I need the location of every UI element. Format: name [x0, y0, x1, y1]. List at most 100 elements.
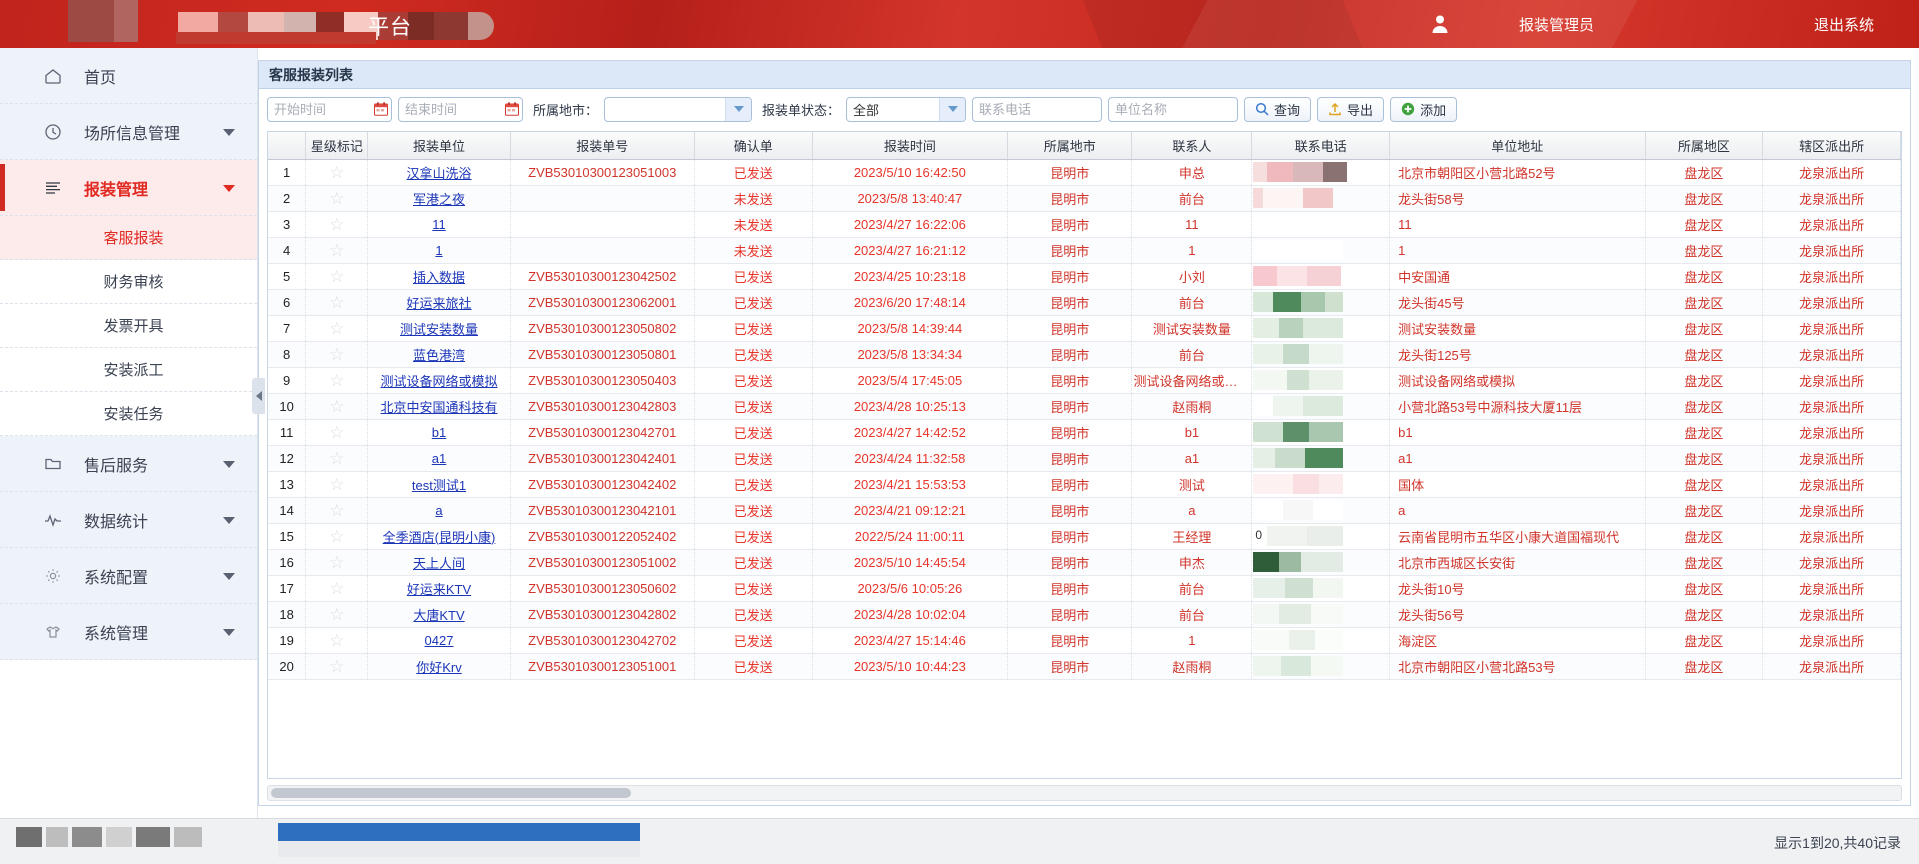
star-icon[interactable]: ☆	[329, 606, 344, 623]
sidebar-item-system-mgmt[interactable]: 系统管理	[0, 604, 257, 660]
star-rating-cell[interactable]: ☆	[305, 419, 369, 446]
unit-name-cell[interactable]: 汉拿山洗浴	[367, 159, 511, 186]
sidebar-subitem-finance-review[interactable]: 财务审核	[0, 260, 257, 304]
star-icon[interactable]: ☆	[329, 216, 344, 233]
table-row[interactable]: 16 ☆ 天上人间 ZVB53010300123051002 已发送 2023/5/10 …	[268, 549, 1901, 576]
sidebar-item-statistics[interactable]: 数据统计	[0, 492, 257, 548]
unit-name-link[interactable]: 测试安装数量	[400, 322, 478, 337]
table-row[interactable]: 5 ☆ 插入数据 ZVB53010300123042502 已发送 2023/4/25 1…	[268, 263, 1901, 290]
unit-name-field[interactable]	[1108, 96, 1239, 122]
star-icon[interactable]: ☆	[329, 320, 344, 337]
unit-name-cell[interactable]: 插入数据	[367, 263, 511, 290]
table-row[interactable]: 20 ☆ 你好Krv ZVB53010300123051001 已发送 2023/5/10…	[268, 653, 1901, 680]
col-unit[interactable]: 报装单位	[367, 132, 511, 160]
col-police[interactable]: 辖区派出所	[1762, 132, 1901, 160]
unit-name-link[interactable]: 1	[435, 243, 442, 258]
table-row[interactable]: 4 ☆ 1 未发送 2023/4/27 16:21:12 昆明市 1 1 盘龙区 龙泉派出所	[268, 237, 1901, 264]
star-icon[interactable]: ☆	[329, 580, 344, 597]
star-rating-cell[interactable]: ☆	[305, 341, 369, 368]
star-rating-cell[interactable]: ☆	[305, 237, 369, 264]
col-star[interactable]: 星级标记	[305, 132, 369, 160]
horizontal-scrollbar[interactable]	[267, 785, 1902, 801]
star-icon[interactable]: ☆	[329, 372, 344, 389]
col-confirm[interactable]: 确认单	[694, 132, 813, 160]
orders-table-container[interactable]: 星级标记 报装单位 报装单号 确认单 报装时间 所属地市 联系人 联系电话 单位…	[267, 131, 1902, 779]
star-rating-cell[interactable]: ☆	[305, 523, 369, 550]
table-row[interactable]: 12 ☆ a1 ZVB53010300123042401 已发送 2023/4/24 11…	[268, 445, 1901, 472]
table-row[interactable]: 14 ☆ a ZVB53010300123042101 已发送 2023/4/21 09:…	[268, 497, 1901, 524]
phone-field[interactable]	[972, 96, 1103, 122]
unit-name-cell[interactable]: 北京中安国通科技有	[367, 393, 511, 420]
sidebar-item-after-sales[interactable]: 售后服务	[0, 436, 257, 492]
col-order-no[interactable]: 报装单号	[510, 132, 695, 160]
star-icon[interactable]: ☆	[329, 528, 344, 545]
sidebar-item-installation-mgmt[interactable]: 报装管理	[0, 160, 257, 216]
star-rating-cell[interactable]: ☆	[305, 497, 369, 524]
unit-name-link[interactable]: 你好Krv	[416, 660, 462, 675]
unit-name-link[interactable]: 好运来旅社	[407, 296, 472, 311]
star-rating-cell[interactable]: ☆	[305, 653, 369, 680]
chevron-down-icon[interactable]	[939, 97, 966, 121]
star-rating-cell[interactable]: ☆	[305, 575, 369, 602]
table-row[interactable]: 9 ☆ 测试设备网络或模拟 ZVB53010300123050403 已发送 2023/5…	[268, 367, 1901, 394]
unit-name-link[interactable]: 大唐KTV	[413, 608, 464, 623]
star-rating-cell[interactable]: ☆	[305, 289, 369, 316]
unit-name-cell[interactable]: 军港之夜	[367, 185, 511, 212]
unit-name-link[interactable]: a1	[432, 451, 446, 466]
star-rating-cell[interactable]: ☆	[305, 367, 369, 394]
star-icon[interactable]: ☆	[329, 554, 344, 571]
sidebar-subitem-dispatch[interactable]: 安装派工	[0, 348, 257, 392]
star-rating-cell[interactable]: ☆	[305, 159, 369, 186]
start-time-field[interactable]	[267, 96, 392, 122]
star-rating-cell[interactable]: ☆	[305, 549, 369, 576]
unit-name-cell[interactable]: 1	[367, 237, 511, 264]
star-icon[interactable]: ☆	[329, 450, 344, 467]
table-row[interactable]: 18 ☆ 大唐KTV ZVB53010300123042802 已发送 2023/4/28…	[268, 601, 1901, 628]
unit-name-link[interactable]: 好运来KTV	[407, 582, 471, 597]
table-row[interactable]: 19 ☆ 0427 ZVB53010300123042702 已发送 2023/4/27 …	[268, 627, 1901, 654]
table-row[interactable]: 10 ☆ 北京中安国通科技有 ZVB53010300123042803 已发送 2023/…	[268, 393, 1901, 420]
calendar-icon[interactable]	[371, 102, 391, 116]
unit-name-link[interactable]: 军港之夜	[413, 192, 465, 207]
scrollbar-thumb[interactable]	[271, 788, 631, 798]
sidebar-subitem-invoice[interactable]: 发票开具	[0, 304, 257, 348]
unit-name-cell[interactable]: a1	[367, 445, 511, 472]
star-rating-cell[interactable]: ☆	[305, 471, 369, 498]
unit-name-link[interactable]: 北京中安国通科技有	[381, 400, 498, 415]
sidebar-item-venue-info[interactable]: 场所信息管理	[0, 104, 257, 160]
add-button[interactable]: 添加	[1390, 96, 1458, 122]
unit-name-cell[interactable]: 天上人间	[367, 549, 511, 576]
unit-name-link[interactable]: a	[435, 503, 442, 518]
unit-name-link[interactable]: 0427	[425, 633, 454, 648]
star-icon[interactable]: ☆	[329, 294, 344, 311]
star-rating-cell[interactable]: ☆	[305, 445, 369, 472]
star-icon[interactable]: ☆	[329, 190, 344, 207]
unit-name-link[interactable]: 11	[432, 217, 446, 232]
star-icon[interactable]: ☆	[329, 398, 344, 415]
calendar-icon[interactable]	[502, 102, 522, 116]
start-time-input[interactable]	[268, 98, 371, 120]
sidebar-item-system-config[interactable]: 系统配置	[0, 548, 257, 604]
unit-name-cell[interactable]: b1	[367, 419, 511, 446]
col-contact[interactable]: 联系人	[1131, 132, 1253, 160]
star-rating-cell[interactable]: ☆	[305, 263, 369, 290]
unit-name-link[interactable]: 汉拿山洗浴	[407, 166, 472, 181]
star-rating-cell[interactable]: ☆	[305, 627, 369, 654]
unit-name-cell[interactable]: 全季酒店(昆明小康)	[367, 523, 511, 550]
star-rating-cell[interactable]: ☆	[305, 601, 369, 628]
unit-name-cell[interactable]: 11	[367, 211, 511, 238]
unit-name-link[interactable]: 插入数据	[413, 270, 465, 285]
table-row[interactable]: 13 ☆ test测试1 ZVB53010300123042402 已发送 2023/4/…	[268, 471, 1901, 498]
unit-name-cell[interactable]: 你好Krv	[367, 653, 511, 680]
star-icon[interactable]: ☆	[329, 476, 344, 493]
star-icon[interactable]: ☆	[329, 346, 344, 363]
star-rating-cell[interactable]: ☆	[305, 185, 369, 212]
status-select[interactable]: 全部	[846, 96, 967, 122]
star-icon[interactable]: ☆	[329, 658, 344, 675]
unit-name-link[interactable]: b1	[432, 425, 446, 440]
export-button[interactable]: 导出	[1317, 96, 1385, 122]
unit-name-link[interactable]: 测试设备网络或模拟	[381, 374, 498, 389]
star-icon[interactable]: ☆	[329, 242, 344, 259]
star-icon[interactable]: ☆	[329, 164, 344, 181]
star-rating-cell[interactable]: ☆	[305, 393, 369, 420]
